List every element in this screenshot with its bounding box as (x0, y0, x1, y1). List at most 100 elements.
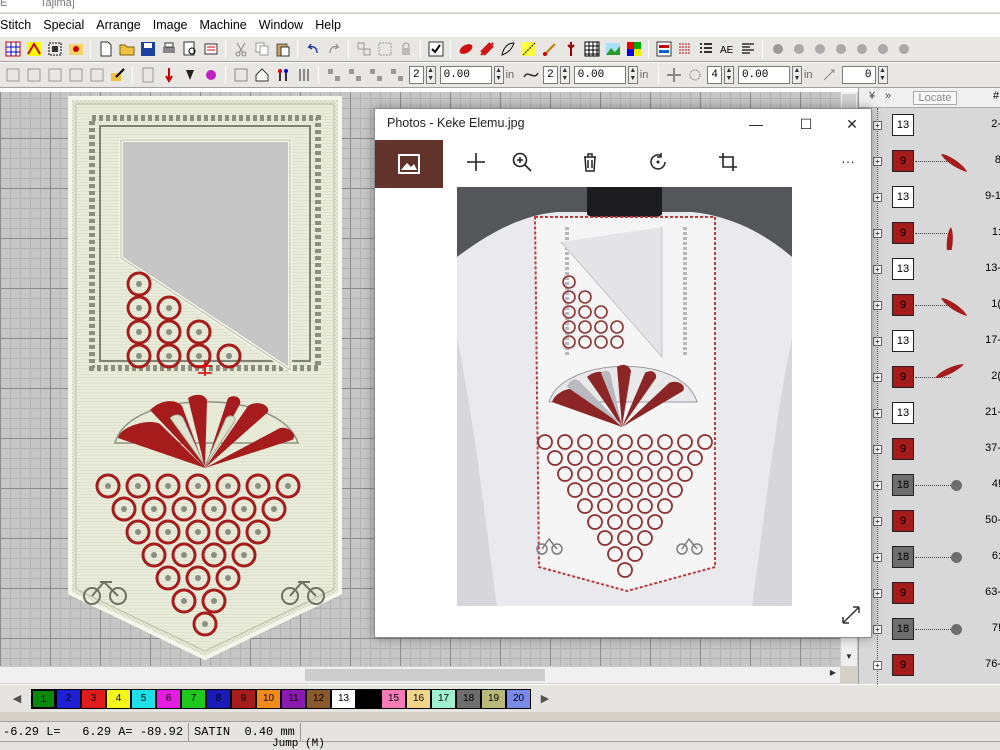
color-palette-icon[interactable] (624, 40, 643, 59)
mirror-tool-3-icon[interactable] (45, 66, 64, 85)
radial-spacing-input[interactable]: 0.00 (737, 66, 790, 84)
thread-color-chip[interactable]: 18 (892, 546, 914, 568)
menu-arrange[interactable]: Arrange (90, 14, 146, 36)
node-tool-4-icon[interactable] (831, 40, 850, 59)
thread-swatch[interactable]: 15 (381, 689, 406, 709)
thread-color-chip[interactable]: 9 (892, 294, 914, 316)
color-change-icon[interactable] (201, 66, 220, 85)
thread-color-chip[interactable]: 13 (892, 330, 914, 352)
expand-node-icon[interactable]: + (873, 553, 882, 562)
collapse-all-icon[interactable]: ¥ (869, 90, 875, 102)
copies-y-input[interactable]: 2 (543, 66, 558, 84)
repeat-icon[interactable] (231, 66, 250, 85)
print-sheet-icon[interactable] (201, 40, 220, 59)
thread-swatch[interactable]: 2 (56, 689, 81, 709)
sequence-tool-icon[interactable] (138, 66, 157, 85)
align-center-icon[interactable] (345, 66, 364, 85)
rotate-tool-icon[interactable] (820, 66, 839, 85)
node-tool-2-icon[interactable] (789, 40, 808, 59)
people-icon[interactable] (273, 66, 292, 85)
thread-swatch[interactable]: 3 (81, 689, 106, 709)
expand-node-icon[interactable]: + (873, 373, 882, 382)
spacing-y-input[interactable]: 0.00 (573, 66, 626, 84)
text-lettering-icon[interactable]: AE (717, 40, 736, 59)
outline-icon[interactable] (498, 40, 517, 59)
thread-color-chip[interactable]: 13 (892, 258, 914, 280)
sequence-row[interactable]: +13 9-1 (859, 180, 1000, 216)
palette-right-arrow-icon[interactable]: ▶ (536, 690, 554, 708)
expand-fullscreen-icon[interactable] (841, 605, 861, 625)
grid-red-icon[interactable] (3, 40, 22, 59)
thread-swatch[interactable]: 7 (181, 689, 206, 709)
thread-swatch[interactable]: 13 (331, 689, 356, 709)
save-icon[interactable] (138, 40, 157, 59)
copies-x-stepper[interactable]: ▲ ▼ (425, 66, 436, 84)
expand-node-icon[interactable]: + (873, 445, 882, 454)
horizontal-scroll-thumb[interactable] (305, 669, 545, 681)
thread-swatch[interactable]: 16 (406, 689, 431, 709)
expand-node-icon[interactable]: + (873, 301, 882, 310)
node-tool-5-icon[interactable] (852, 40, 871, 59)
array-icon[interactable] (387, 66, 406, 85)
horizontal-scrollbar[interactable]: ▶ (0, 666, 840, 683)
grid-view-icon[interactable] (582, 40, 601, 59)
sequence-row[interactable]: +9 37- (859, 432, 1000, 468)
thread-swatch[interactable]: 8 (206, 689, 231, 709)
expand-node-icon[interactable]: + (873, 229, 882, 238)
rotation-stepper[interactable]: ▲ ▼ (877, 66, 888, 84)
menu-machine[interactable]: Machine (194, 14, 253, 36)
thread-color-chip[interactable]: 18 (892, 618, 914, 640)
sequence-row[interactable]: +9 2( (859, 360, 1000, 396)
minimize-icon[interactable]: — (741, 113, 771, 135)
thread-swatch[interactable]: 4 (106, 689, 131, 709)
crop-icon[interactable] (715, 149, 741, 175)
thread-color-chip[interactable]: 13 (892, 186, 914, 208)
bars-icon[interactable] (294, 66, 313, 85)
thread-color-chip[interactable]: 9 (892, 438, 914, 460)
sequence-row[interactable]: +9 1: (859, 216, 1000, 259)
node-tool-7-icon[interactable] (894, 40, 913, 59)
thread-color-chip[interactable]: 9 (892, 510, 914, 532)
add-plus-icon[interactable] (463, 149, 489, 175)
thread-swatch[interactable]: 9 (231, 689, 256, 709)
lock-icon[interactable] (396, 40, 415, 59)
sequence-row[interactable]: +18 4! (859, 468, 1000, 504)
thread-swatch[interactable]: 6 (156, 689, 181, 709)
palette-left-arrow-icon[interactable]: ◀ (8, 690, 26, 708)
undo-icon[interactable] (303, 40, 322, 59)
gallery-image-icon[interactable] (375, 140, 443, 188)
sequence-row[interactable]: +9 1( (859, 288, 1000, 324)
open-folder-icon[interactable] (117, 40, 136, 59)
distribute-icon[interactable] (324, 66, 343, 85)
select-all-icon[interactable] (45, 40, 64, 59)
menu-help[interactable]: Help (309, 14, 347, 36)
zoom-in-icon[interactable] (509, 149, 535, 175)
mirror-tool-1-icon[interactable] (3, 66, 22, 85)
sequence-row[interactable]: +13 13- (859, 252, 1000, 288)
sequence-row[interactable]: +13 17- (859, 324, 1000, 360)
thread-swatch[interactable]: 11 (281, 689, 306, 709)
radial-spacing-stepper[interactable]: ▲ ▼ (791, 66, 802, 84)
color-sequence-icon[interactable] (24, 40, 43, 59)
print-icon[interactable] (159, 40, 178, 59)
thread-swatch[interactable]: 18 (456, 689, 481, 709)
scroll-right-icon[interactable]: ▶ (830, 668, 836, 677)
node-tool-3-icon[interactable] (810, 40, 829, 59)
expand-node-icon[interactable]: + (873, 157, 882, 166)
satin-fill-icon[interactable] (456, 40, 475, 59)
redo-icon[interactable] (324, 40, 343, 59)
locate-button[interactable]: Locate (913, 91, 957, 105)
radial-count-input[interactable]: 4 (707, 66, 722, 84)
rotate-icon[interactable] (645, 149, 671, 175)
expand-node-icon[interactable]: + (873, 337, 882, 346)
expand-node-icon[interactable]: + (873, 121, 882, 130)
tatami-fill-icon[interactable] (477, 40, 496, 59)
new-file-icon[interactable] (96, 40, 115, 59)
thread-color-chip[interactable]: 9 (892, 150, 914, 172)
expand-node-icon[interactable]: + (873, 265, 882, 274)
thread-swatch[interactable]: 20 (506, 689, 531, 709)
mirror-tool-5-icon[interactable] (87, 66, 106, 85)
list-icon[interactable] (696, 40, 715, 59)
thread-swatch[interactable]: 1 (31, 689, 56, 709)
maximize-icon[interactable]: ☐ (791, 113, 821, 135)
